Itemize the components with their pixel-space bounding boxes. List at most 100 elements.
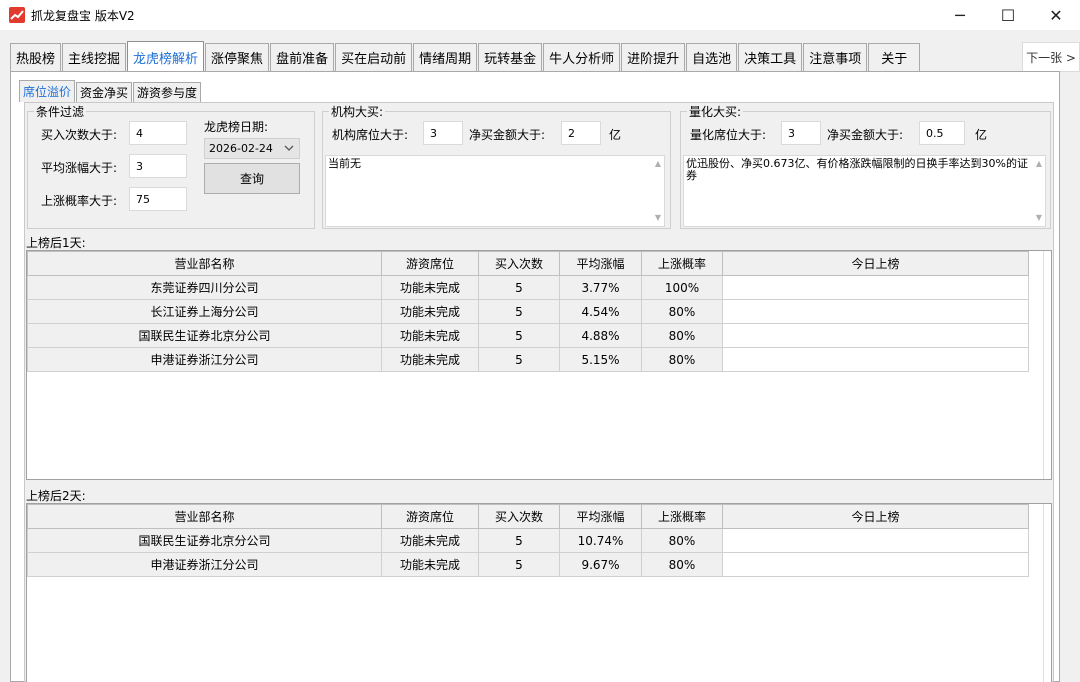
cell-seat: 功能未完成 xyxy=(381,528,479,553)
cell-gain: 10.74% xyxy=(559,528,642,553)
tab-advanced[interactable]: 进阶提升 xyxy=(621,43,686,71)
tab-dragon-tiger[interactable]: 龙虎榜解析 xyxy=(127,41,205,72)
institution-memo[interactable]: 当前无 ▲ ▼ xyxy=(325,155,665,227)
query-button[interactable]: 查询 xyxy=(204,163,300,194)
col-hot-money-seat[interactable]: 游资席位 xyxy=(381,251,479,276)
cell-count: 5 xyxy=(478,299,560,324)
table-row[interactable]: 长江证券上海分公司 功能未完成 5 4.54% 80% xyxy=(27,299,1029,324)
col-today-listed[interactable]: 今日上榜 xyxy=(722,251,1029,276)
buy-count-label: 买入次数大于: xyxy=(41,128,118,142)
buy-count-input[interactable]: 4 xyxy=(129,121,187,145)
rise-prob-input[interactable]: 75 xyxy=(129,187,187,211)
avg-gain-input[interactable]: 3 xyxy=(129,154,187,178)
tab-hot-stocks[interactable]: 热股榜 xyxy=(10,43,62,71)
close-button[interactable]: ✕ xyxy=(1032,0,1080,30)
tab-watchlist[interactable]: 自选池 xyxy=(686,43,738,71)
col-buy-count[interactable]: 买入次数 xyxy=(478,504,560,529)
day2-label: 上榜后2天: xyxy=(26,489,86,503)
col-branch-name[interactable]: 营业部名称 xyxy=(27,251,382,276)
quant-seats-input[interactable]: 3 xyxy=(781,121,821,145)
minimize-button[interactable]: ─ xyxy=(936,0,984,30)
cell-gain: 4.54% xyxy=(559,299,642,324)
title-bar: 抓龙复盘宝 版本V2 ─ ☐ ✕ xyxy=(0,0,1080,30)
tab-about[interactable]: 关于 xyxy=(868,43,921,71)
col-hot-money-seat[interactable]: 游资席位 xyxy=(381,504,479,529)
scroll-down-icon[interactable]: ▼ xyxy=(655,212,661,224)
cell-count: 5 xyxy=(478,275,560,300)
table-row[interactable]: 国联民生证券北京分公司 功能未完成 5 4.88% 80% xyxy=(27,323,1029,348)
col-avg-gain[interactable]: 平均涨幅 xyxy=(559,504,642,529)
cell-gain: 5.15% xyxy=(559,347,642,372)
tab-notes[interactable]: 注意事项 xyxy=(803,43,868,71)
date-value: 2026-02-24 xyxy=(209,142,273,155)
cell-prob: 80% xyxy=(641,347,723,372)
cell-branch: 申港证券浙江分公司 xyxy=(27,552,382,577)
col-avg-gain[interactable]: 平均涨幅 xyxy=(559,251,642,276)
scroll-down-icon[interactable]: ▼ xyxy=(1036,212,1042,224)
tab-buy-before-start[interactable]: 买在启动前 xyxy=(335,43,413,71)
cell-today xyxy=(722,528,1029,553)
col-today-listed[interactable]: 今日上榜 xyxy=(722,504,1029,529)
tab-sentiment-cycle[interactable]: 情绪周期 xyxy=(413,43,478,71)
main-tab-bar: 热股榜 主线挖掘 龙虎榜解析 涨停聚焦 盘前准备 买在启动前 情绪周期 玩转基金… xyxy=(10,41,921,72)
date-select[interactable]: 2026-02-24 xyxy=(204,138,300,159)
day1-label: 上榜后1天: xyxy=(26,236,86,250)
tab-analysts[interactable]: 牛人分析师 xyxy=(543,43,621,71)
tab-mainline[interactable]: 主线挖掘 xyxy=(62,43,127,71)
col-buy-count[interactable]: 买入次数 xyxy=(478,251,560,276)
cell-prob: 80% xyxy=(641,528,723,553)
day2-table: 营业部名称 游资席位 买入次数 平均涨幅 上涨概率 今日上榜 国联民生证券北京分… xyxy=(27,504,1029,577)
quant-group: 量化大买: 量化席位大于: 3 净买金额大于: 0.5 亿 优迅股份、净买0.6… xyxy=(680,103,1051,229)
day1-scrollbar[interactable] xyxy=(1043,251,1051,479)
next-button[interactable]: 下一张 > xyxy=(1022,42,1080,72)
cell-today xyxy=(722,275,1029,300)
col-branch-name[interactable]: 营业部名称 xyxy=(27,504,382,529)
table-row[interactable]: 东莞证券四川分公司 功能未完成 5 3.77% 100% xyxy=(27,275,1029,300)
filter-group: 条件过滤 买入次数大于: 4 平均涨幅大于: 3 上涨概率大于: 75 龙虎榜日… xyxy=(27,103,315,229)
quant-memo[interactable]: 优迅股份、净买0.673亿、有价格涨跌幅限制的日换手率达到30%的证券 ▲ ▼ xyxy=(683,155,1046,227)
institution-seats-input[interactable]: 3 xyxy=(423,121,463,145)
cell-seat: 功能未完成 xyxy=(381,347,479,372)
quant-net-buy-label: 净买金额大于: xyxy=(827,128,904,142)
cell-seat: 功能未完成 xyxy=(381,552,479,577)
cell-today xyxy=(722,323,1029,348)
table-row[interactable]: 国联民生证券北京分公司 功能未完成 5 10.74% 80% xyxy=(27,528,1029,553)
tab-limit-up[interactable]: 涨停聚焦 xyxy=(205,43,270,71)
cell-prob: 80% xyxy=(641,552,723,577)
cell-branch: 长江证券上海分公司 xyxy=(27,299,382,324)
table-row[interactable]: 申港证券浙江分公司 功能未完成 5 9.67% 80% xyxy=(27,552,1029,577)
cell-seat: 功能未完成 xyxy=(381,299,479,324)
tab-funds[interactable]: 玩转基金 xyxy=(478,43,543,71)
institution-memo-text: 当前无 xyxy=(328,157,361,170)
institution-group-title: 机构大买: xyxy=(329,103,386,120)
day2-scrollbar[interactable] xyxy=(1043,504,1051,682)
subtab-net-buy[interactable]: 资金净买 xyxy=(76,82,133,102)
quant-seats-label: 量化席位大于: xyxy=(690,128,767,142)
tab-decision-tools[interactable]: 决策工具 xyxy=(738,43,803,71)
cell-branch: 申港证券浙江分公司 xyxy=(27,347,382,372)
subtab-seat-premium[interactable]: 席位溢价 xyxy=(19,80,76,102)
day1-grid[interactable]: 营业部名称 游资席位 买入次数 平均涨幅 上涨概率 今日上榜 东莞证券四川分公司… xyxy=(26,250,1052,480)
institution-unit-label: 亿 xyxy=(609,128,622,142)
subtab-hot-money-participation[interactable]: 游资参与度 xyxy=(133,82,202,102)
day2-grid[interactable]: 营业部名称 游资席位 买入次数 平均涨幅 上涨概率 今日上榜 国联民生证券北京分… xyxy=(26,503,1052,682)
cell-seat: 功能未完成 xyxy=(381,275,479,300)
scroll-up-icon[interactable]: ▲ xyxy=(655,158,661,170)
avg-gain-label: 平均涨幅大于: xyxy=(41,161,118,175)
cell-count: 5 xyxy=(478,323,560,348)
chevron-down-icon xyxy=(284,143,294,156)
table-header-row: 营业部名称 游资席位 买入次数 平均涨幅 上涨概率 今日上榜 xyxy=(27,504,1029,529)
table-header-row: 营业部名称 游资席位 买入次数 平均涨幅 上涨概率 今日上榜 xyxy=(27,251,1029,276)
tab-premarket[interactable]: 盘前准备 xyxy=(270,43,335,71)
institution-net-buy-input[interactable]: 2 xyxy=(561,121,601,145)
quant-net-buy-input[interactable]: 0.5 xyxy=(919,121,965,145)
col-rise-prob[interactable]: 上涨概率 xyxy=(641,504,723,529)
cell-branch: 国联民生证券北京分公司 xyxy=(27,528,382,553)
col-rise-prob[interactable]: 上涨概率 xyxy=(641,251,723,276)
table-row[interactable]: 申港证券浙江分公司 功能未完成 5 5.15% 80% xyxy=(27,347,1029,372)
maximize-button[interactable]: ☐ xyxy=(984,0,1032,30)
quant-group-title: 量化大买: xyxy=(687,103,744,120)
cell-today xyxy=(722,347,1029,372)
scroll-up-icon[interactable]: ▲ xyxy=(1036,158,1042,170)
date-label: 龙虎榜日期: xyxy=(204,120,269,134)
